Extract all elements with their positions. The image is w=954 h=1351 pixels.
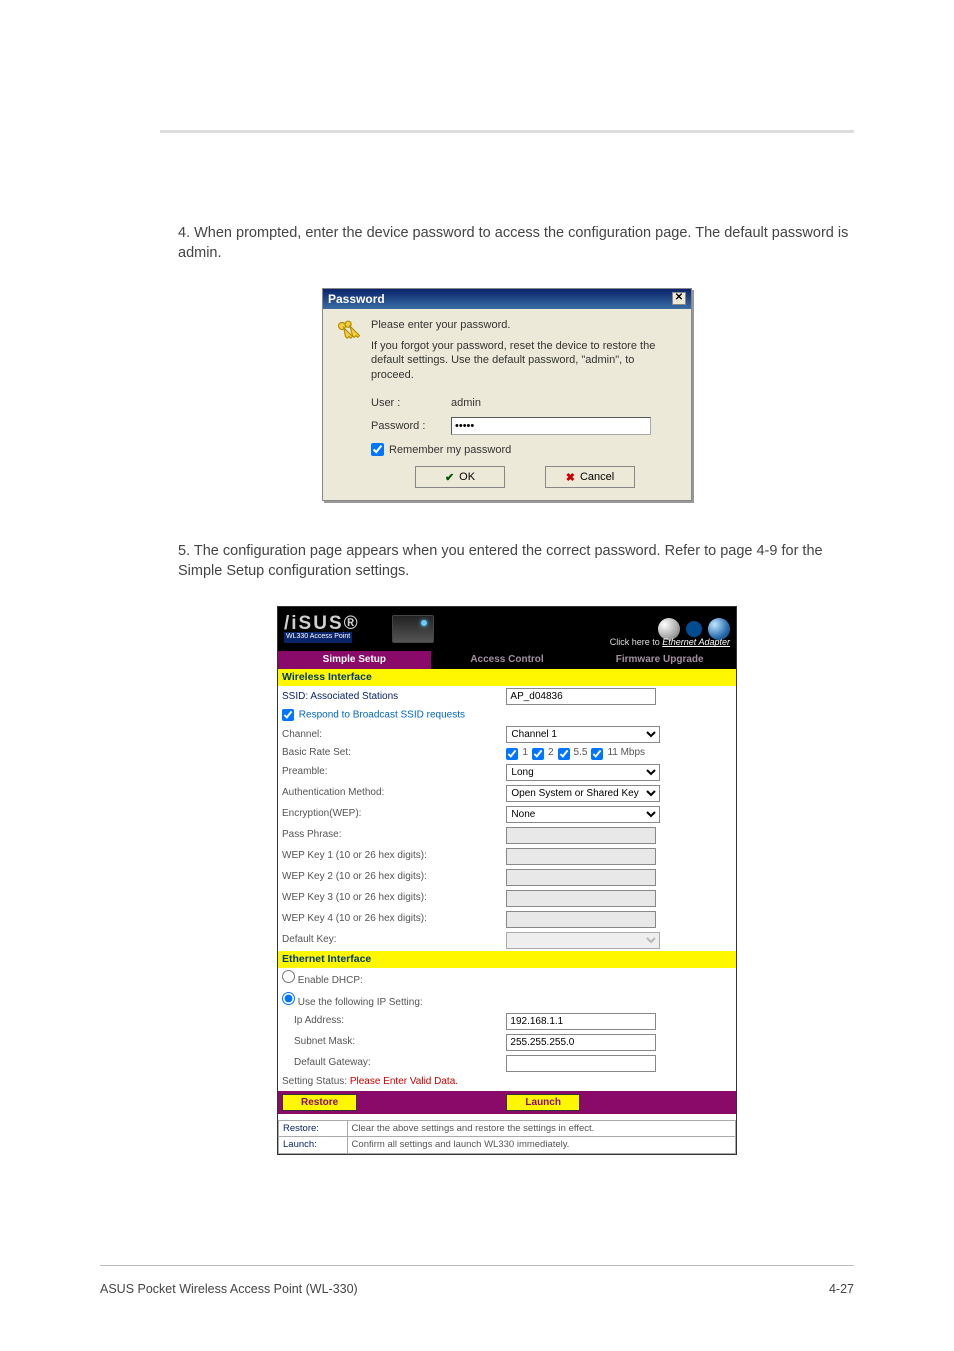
- ethernet-interface-header: Ethernet Interface: [278, 951, 736, 968]
- rate-2-checkbox[interactable]: [532, 748, 544, 760]
- step-5-text: 5. The configuration page appears when y…: [160, 541, 854, 582]
- encryption-label: Encryption(WEP):: [278, 804, 502, 825]
- wep1-label: WEP Key 1 (10 or 26 hex digits):: [278, 846, 502, 867]
- setting-status-value: Please Enter Valid Data.: [350, 1076, 458, 1087]
- enable-dhcp-radio[interactable]: [282, 970, 295, 983]
- restore-desc-val: Clear the above settings and restore the…: [347, 1120, 735, 1137]
- remember-password-checkbox[interactable]: [371, 443, 384, 456]
- passphrase-label: Pass Phrase:: [278, 825, 502, 846]
- launch-desc-key: Launch:: [279, 1137, 348, 1154]
- tab-firmware-upgrade[interactable]: Firmware Upgrade: [583, 651, 736, 670]
- page-footer: ASUS Pocket Wireless Access Point (WL-33…: [100, 1282, 854, 1296]
- config-page-panel: /iSUS® WL330 Access Point Click here to …: [277, 606, 737, 1156]
- mode-indicator-icon: [686, 621, 702, 637]
- rate-checkbox-group: 1 2 5.5 11 Mbps: [506, 747, 732, 760]
- wireless-interface-header: Wireless Interface: [278, 669, 736, 686]
- rate-5p5-checkbox[interactable]: [558, 748, 570, 760]
- restore-button[interactable]: Restore: [282, 1094, 357, 1111]
- wep4-input: [506, 911, 656, 928]
- launch-desc-val: Confirm all settings and launch WL330 im…: [347, 1137, 735, 1154]
- static-ip-label: Use the following IP Setting:: [298, 997, 423, 1008]
- default-key-label: Default Key:: [278, 930, 502, 951]
- auth-select[interactable]: Open System or Shared Key: [506, 785, 660, 802]
- password-prompt-msg: Please enter your password.: [371, 319, 679, 331]
- product-subtitle: WL330 Access Point: [284, 632, 352, 643]
- respond-broadcast-label: Respond to Broadcast SSID requests: [299, 710, 465, 721]
- wep3-input: [506, 890, 656, 907]
- close-icon[interactable]: ✕: [672, 292, 686, 305]
- encryption-select[interactable]: None: [506, 806, 660, 823]
- wep3-label: WEP Key 3 (10 or 26 hex digits):: [278, 888, 502, 909]
- device-illustration: [392, 615, 434, 643]
- user-value: admin: [451, 397, 481, 409]
- ethernet-adapter-link-row: Click here to Ethernet Adapter: [610, 637, 730, 648]
- ok-label: OK: [459, 471, 475, 483]
- ip-address-input[interactable]: [506, 1013, 656, 1030]
- cancel-button[interactable]: ✖ Cancel: [545, 466, 635, 488]
- rate-1-checkbox[interactable]: [506, 748, 518, 760]
- connection-status-icon: [658, 618, 680, 640]
- password-label: Password :: [371, 420, 451, 432]
- wep1-input: [506, 848, 656, 865]
- tab-simple-setup[interactable]: Simple Setup: [278, 651, 431, 670]
- wep2-input: [506, 869, 656, 886]
- ip-address-label: Ip Address:: [278, 1011, 502, 1032]
- user-label: User :: [371, 397, 451, 409]
- subnet-mask-label: Subnet Mask:: [278, 1032, 502, 1053]
- keys-icon: [335, 319, 363, 347]
- auth-label: Authentication Method:: [278, 783, 502, 804]
- step-4-text: 4. When prompted, enter the device passw…: [160, 223, 854, 264]
- rate-2-label: 2: [548, 747, 554, 760]
- passphrase-input: [506, 827, 656, 844]
- enable-dhcp-label: Enable DHCP:: [298, 975, 363, 986]
- ssid-input[interactable]: [506, 688, 656, 705]
- setting-status-label: Setting Status:: [282, 1076, 347, 1087]
- rate-11-label: 11 Mbps: [607, 747, 645, 760]
- ok-button[interactable]: ✔ OK: [415, 466, 505, 488]
- default-gateway-input[interactable]: [506, 1055, 656, 1072]
- remember-password-label: Remember my password: [389, 444, 511, 456]
- config-header: /iSUS® WL330 Access Point Click here to …: [278, 607, 736, 651]
- rate-label: Basic Rate Set:: [278, 745, 502, 762]
- respond-broadcast-checkbox[interactable]: [282, 709, 294, 721]
- config-tabs: Simple Setup Access Control Firmware Upg…: [278, 651, 736, 670]
- dialog-titlebar: Password ✕: [323, 289, 691, 309]
- rate-1-label: 1: [522, 747, 528, 760]
- wep4-label: WEP Key 4 (10 or 26 hex digits):: [278, 909, 502, 930]
- wep2-label: WEP Key 2 (10 or 26 hex digits):: [278, 867, 502, 888]
- channel-select[interactable]: Channel 1: [506, 726, 660, 743]
- globe-icon: [708, 618, 730, 640]
- ssid-label[interactable]: SSID: Associated Stations: [278, 686, 502, 707]
- tab-access-control[interactable]: Access Control: [431, 651, 584, 670]
- default-gateway-label: Default Gateway:: [278, 1053, 502, 1074]
- restore-desc-key: Restore:: [279, 1120, 348, 1137]
- launch-button[interactable]: Launch: [506, 1094, 580, 1111]
- password-dialog: Password ✕ Please enter your password. I…: [322, 288, 692, 502]
- cross-icon: ✖: [566, 471, 575, 484]
- static-ip-radio[interactable]: [282, 992, 295, 1005]
- rate-11-checkbox[interactable]: [591, 748, 603, 760]
- password-input[interactable]: [451, 417, 651, 435]
- checkmark-icon: ✔: [445, 471, 454, 484]
- footer-doc-title: ASUS Pocket Wireless Access Point (WL-33…: [100, 1282, 358, 1296]
- preamble-select[interactable]: Long: [506, 764, 660, 781]
- ethernet-adapter-link[interactable]: Ethernet Adapter: [662, 637, 730, 647]
- dialog-title-text: Password: [328, 292, 385, 306]
- cancel-label: Cancel: [580, 471, 614, 483]
- subnet-mask-input[interactable]: [506, 1034, 656, 1051]
- password-help-text: If you forgot your password, reset the d…: [371, 339, 679, 384]
- rate-5p5-label: 5.5: [574, 747, 588, 760]
- footer-page-num: 4-27: [829, 1282, 854, 1296]
- eth-link-prefix: Click here to: [610, 637, 663, 647]
- channel-label: Channel:: [278, 724, 502, 745]
- asus-logo: /iSUS® WL330 Access Point: [284, 614, 384, 644]
- default-key-select: [506, 932, 660, 949]
- preamble-label: Preamble:: [278, 762, 502, 783]
- action-descriptions: Restore: Clear the above settings and re…: [278, 1120, 736, 1155]
